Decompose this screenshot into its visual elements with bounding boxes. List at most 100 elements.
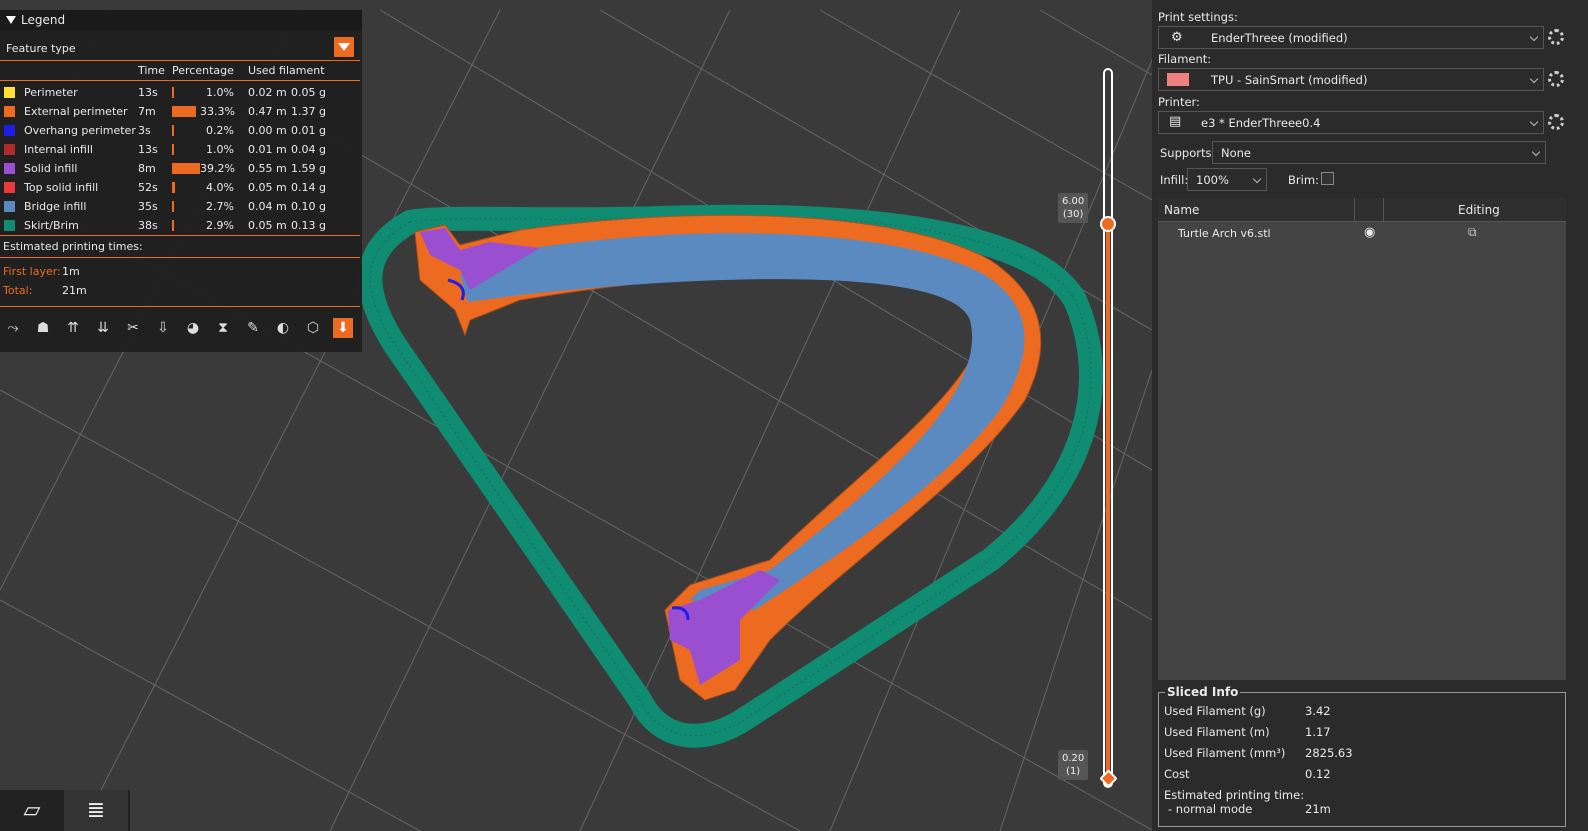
supports-dropdown[interactable]: None — [1212, 141, 1546, 164]
first-layer-value: 1m — [62, 265, 80, 278]
deretractions-icon[interactable]: ⇊ — [93, 318, 113, 338]
3d-viewport[interactable]: Legend Feature type Time Percentage Used… — [0, 0, 1152, 831]
legend-length: 0.47 m — [248, 105, 287, 118]
pause-prints-icon[interactable]: ⧗ — [213, 318, 233, 338]
legend-feature-name: Overhang perimeter — [24, 124, 136, 137]
legend-row[interactable]: Overhang perimeter 3s 0.2% 0.00 m 0.01 g — [0, 122, 360, 141]
legend-row[interactable]: Bridge infill 35s 2.7% 0.04 m 0.10 g — [0, 198, 360, 217]
legend-row[interactable]: Perimeter 13s 1.0% 0.02 m 0.05 g — [0, 84, 360, 103]
infill-dropdown[interactable]: 100% — [1187, 168, 1267, 191]
legend-weight: 0.14 g — [291, 181, 326, 194]
supports-value: None — [1221, 146, 1252, 160]
seams-icon[interactable]: ✂ — [123, 318, 143, 338]
bottom-layer-number: (1) — [1066, 766, 1081, 777]
legend-length: 0.01 m — [248, 143, 287, 156]
preview-button[interactable]: ≣ — [64, 790, 128, 831]
brim-label: Brim: — [1288, 173, 1319, 187]
bottom-layer-height: 0.20 — [1062, 753, 1085, 764]
legend-separator — [0, 235, 360, 236]
legend-time: 52s — [138, 181, 158, 194]
layer-slider-range — [1106, 224, 1110, 782]
legend-percentage: 0.2% — [206, 124, 234, 137]
legend-weight: 0.01 g — [291, 124, 326, 137]
shells-icon[interactable]: ⬡ — [303, 318, 323, 338]
legend-color-swatch — [4, 144, 15, 155]
legend-time: 8m — [138, 162, 156, 175]
legend-time: 35s — [138, 200, 158, 213]
legend-row[interactable]: Skirt/Brim 38s 2.9% 0.05 m 0.13 g — [0, 217, 360, 236]
edit-printer-gear-icon[interactable] — [1548, 114, 1564, 130]
printer-label: Printer: — [1158, 95, 1200, 109]
legend-feature-name: Internal infill — [24, 143, 93, 156]
right-sidebar: Print settings: ⚙ EnderThreee (modified)… — [1152, 0, 1588, 831]
view-type-dropdown[interactable] — [334, 37, 354, 57]
legend-header[interactable]: Legend — [0, 10, 362, 30]
legend-color-swatch — [4, 163, 15, 174]
top-layer-label: 6.00 (30) — [1058, 193, 1089, 223]
edit-print-settings-gear-icon[interactable] — [1548, 29, 1564, 45]
legend-length: 0.05 m — [248, 219, 287, 232]
printer-icon: ▤ — [1169, 114, 1182, 129]
legend-panel: Legend Feature type Time Percentage Used… — [0, 10, 362, 352]
col-percentage: Percentage — [172, 64, 234, 77]
legend-color-swatch — [4, 182, 15, 193]
wipe-icon[interactable]: ☗ — [33, 318, 53, 338]
legend-time: 13s — [138, 86, 158, 99]
brim-checkbox[interactable] — [1321, 172, 1334, 185]
used-filament-m-value: 1.17 — [1305, 725, 1331, 739]
legend-weight: 0.05 g — [291, 86, 326, 99]
chevron-down-icon — [1531, 147, 1541, 157]
first-layer-label: First layer: — [3, 265, 61, 278]
dropdown-arrow-icon — [338, 43, 350, 51]
retractions-icon[interactable]: ⇈ — [63, 318, 83, 338]
printer-dropdown[interactable]: ▤ e3 * EnderThreee0.4 — [1158, 111, 1544, 134]
layer-slider-top-thumb[interactable] — [1100, 216, 1116, 232]
chevron-down-icon — [1252, 174, 1262, 184]
center-of-gravity-icon[interactable]: ◐ — [273, 318, 293, 338]
legend-row[interactable]: Solid infill 8m 39.2% 0.55 m 1.59 g — [0, 160, 360, 179]
legend-row[interactable]: Top solid infill 52s 4.0% 0.05 m 0.14 g — [0, 179, 360, 198]
sliced-info-title: Sliced Info — [1165, 685, 1241, 699]
printer-value: e3 * EnderThreee0.4 — [1201, 116, 1321, 130]
edit-object-icon[interactable]: ⧉ — [1468, 225, 1477, 240]
tool-marker-icon[interactable]: ⬇ — [333, 318, 353, 338]
legend-percentage: 1.0% — [206, 143, 234, 156]
eye-icon[interactable]: ◉ — [1364, 225, 1375, 240]
chevron-down-icon — [1529, 74, 1539, 84]
legend-percentage-bar — [172, 144, 174, 155]
legend-color-swatch — [4, 201, 15, 212]
color-changes-icon[interactable]: ◕ — [183, 318, 203, 338]
legend-feature-name: Bridge infill — [24, 200, 87, 213]
legend-row[interactable]: External perimeter 7m 33.3% 0.47 m 1.37 g — [0, 103, 360, 122]
legend-color-swatch — [4, 106, 15, 117]
tool-changes-icon[interactable]: ⇩ — [153, 318, 173, 338]
legend-row[interactable]: Internal infill 13s 1.0% 0.01 m 0.04 g — [0, 141, 360, 160]
infill-value: 100% — [1196, 173, 1229, 187]
print-settings-dropdown[interactable]: ⚙ EnderThreee (modified) — [1158, 26, 1544, 49]
normal-mode-value: 21m — [1305, 802, 1331, 816]
layer-slider[interactable] — [1099, 68, 1118, 828]
cube-view-icon: ▱ — [23, 798, 41, 823]
legend-time: 38s — [138, 219, 158, 232]
legend-separator — [0, 60, 360, 61]
legend-feature-name: Solid infill — [24, 162, 78, 175]
custom-gcodes-icon[interactable]: ✎ — [243, 318, 263, 338]
legend-weight: 0.10 g — [291, 200, 326, 213]
col-editing[interactable]: Editing — [1458, 203, 1500, 217]
filament-label: Filament: — [1158, 52, 1212, 66]
legend-percentage: 2.9% — [206, 219, 234, 232]
infill-label: Infill: — [1160, 173, 1189, 187]
legend-feature-name: External perimeter — [24, 105, 128, 118]
used-filament-g-value: 3.42 — [1305, 704, 1331, 718]
legend-percentage-bar — [172, 125, 174, 136]
legend-color-swatch — [4, 87, 15, 98]
edit-filament-gear-icon[interactable] — [1548, 71, 1564, 87]
col-name[interactable]: Name — [1164, 203, 1199, 217]
legend-weight: 1.59 g — [291, 162, 326, 175]
travel-icon[interactable]: ⤳ — [3, 318, 23, 338]
object-row[interactable]: Turtle Arch v6.stl ◉ ⧉ — [1158, 225, 1566, 245]
legend-percentage-bar — [172, 87, 174, 98]
legend-feature-name: Skirt/Brim — [24, 219, 79, 232]
filament-dropdown[interactable]: TPU - SainSmart (modified) — [1158, 68, 1544, 91]
3d-view-button[interactable]: ▱ — [0, 790, 64, 831]
